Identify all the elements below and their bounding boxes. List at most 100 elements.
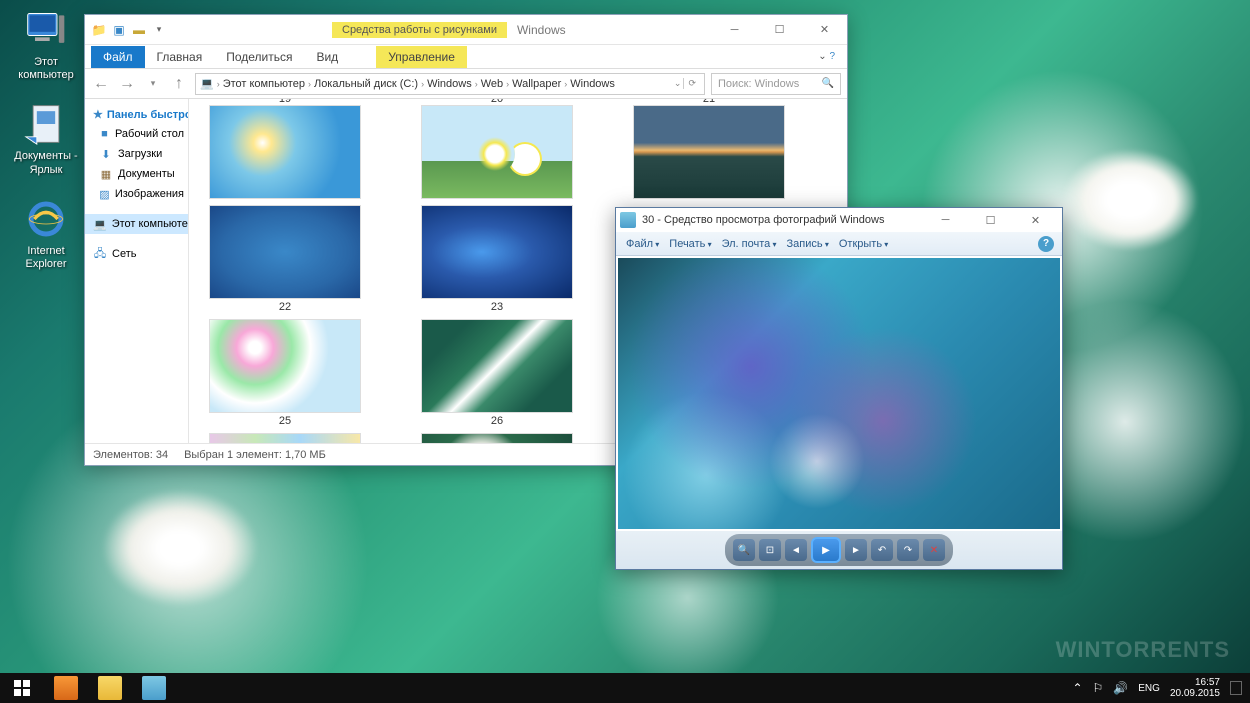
folder-icon: 📁 xyxy=(91,22,107,38)
minimize-button[interactable]: ─ xyxy=(923,206,968,234)
search-input[interactable]: Поиск: Windows xyxy=(711,73,841,95)
up-button[interactable]: ↑ xyxy=(169,74,189,94)
thumbnail-29[interactable]: 29 xyxy=(421,433,573,443)
ribbon-share-tab[interactable]: Поделиться xyxy=(214,46,304,68)
ie-icon xyxy=(24,197,68,241)
taskbar-media-player[interactable] xyxy=(44,673,88,703)
breadcrumb-item[interactable]: Web xyxy=(481,78,503,90)
delete-button[interactable]: ✕ xyxy=(923,539,945,561)
properties-icon[interactable]: ▣ xyxy=(111,22,127,38)
status-element-count: Элементов: 34 xyxy=(93,449,168,461)
breadcrumb-item[interactable]: Wallpaper xyxy=(512,78,561,90)
pc-icon: 💻 xyxy=(200,77,214,90)
explorer-sidebar: ★Панель быстрого д ■Рабочий стол ⬇Загруз… xyxy=(85,99,189,443)
thumbnail-19[interactable]: 19 xyxy=(209,99,361,199)
breadcrumb-item[interactable]: Этот компьютер xyxy=(223,78,305,90)
maximize-button[interactable]: ☐ xyxy=(757,16,802,44)
monitor-icon xyxy=(24,8,68,52)
back-button[interactable]: ← xyxy=(91,74,111,94)
taskbar: ⌃ ⚐ 🔊 ENG 16:57 20.09.2015 xyxy=(0,673,1250,703)
pv-menu-print[interactable]: Печать xyxy=(667,236,713,252)
help-icon[interactable]: ? xyxy=(1038,236,1054,252)
tray-flag-icon[interactable]: ⚐ xyxy=(1093,681,1104,695)
start-button[interactable] xyxy=(0,673,44,703)
photoviewer-app-icon xyxy=(620,212,636,228)
this-pc-desktop-icon[interactable]: Этот компьютер xyxy=(8,8,84,82)
photoviewer-title: 30 - Средство просмотра фотографий Windo… xyxy=(642,214,884,226)
refresh-icon[interactable]: ⟳ xyxy=(683,78,700,89)
thumbnail-25[interactable]: 25 xyxy=(209,319,361,427)
photoviewer-titlebar[interactable]: 30 - Средство просмотра фотографий Windo… xyxy=(616,208,1062,232)
sidebar-downloads[interactable]: ⬇Загрузки xyxy=(85,144,188,164)
sidebar-documents[interactable]: ▦Документы xyxy=(85,164,188,184)
ribbon-home-tab[interactable]: Главная xyxy=(145,46,215,68)
documents-shortcut-desktop-icon[interactable]: Документы - Ярлык xyxy=(8,102,84,176)
pv-menu-open[interactable]: Открыть xyxy=(837,236,890,252)
tray-volume-icon[interactable]: 🔊 xyxy=(1113,681,1128,695)
notifications-icon[interactable] xyxy=(1230,681,1242,695)
photoviewer-controls: 🔍 ⊡ ◄ ▶ ► ↶ ↷ ✕ xyxy=(616,531,1062,569)
thumbnail-22[interactable]: 22 xyxy=(209,205,361,313)
documents-icon xyxy=(24,102,68,146)
minimize-button[interactable]: ─ xyxy=(712,16,757,44)
qat-dropdown-icon[interactable]: ▾ xyxy=(151,22,167,38)
sidebar-network[interactable]: 🖧Сеть xyxy=(85,244,188,264)
ie-desktop-icon[interactable]: Internet Explorer xyxy=(8,197,84,271)
fit-button[interactable]: ⊡ xyxy=(759,539,781,561)
explorer-titlebar[interactable]: 📁 ▣ ▬ ▾ Средства работы с рисунками Wind… xyxy=(85,15,847,45)
thumbnail-21[interactable]: 21 xyxy=(633,99,785,199)
clock-time: 16:57 xyxy=(1170,677,1220,688)
photo-viewer-window[interactable]: 30 - Средство просмотра фотографий Windo… xyxy=(615,207,1063,570)
clock-date: 20.09.2015 xyxy=(1170,688,1220,699)
photoviewer-image xyxy=(618,258,1060,529)
pv-menu-email[interactable]: Эл. почта xyxy=(720,236,779,252)
breadcrumb-item[interactable]: Локальный диск (C:) xyxy=(314,78,418,90)
history-dropdown[interactable]: ▾ xyxy=(143,74,163,94)
thumbnail-26[interactable]: 26 xyxy=(421,319,573,427)
sidebar-this-pc[interactable]: 💻Этот компьютер xyxy=(85,214,188,234)
rotate-right-button[interactable]: ↷ xyxy=(897,539,919,561)
slideshow-button[interactable]: ▶ xyxy=(811,537,841,563)
photoviewer-menu: Файл Печать Эл. почта Запись Открыть ? xyxy=(616,232,1062,256)
ribbon-manage-tab[interactable]: Управление xyxy=(376,46,467,68)
thumbnail-20[interactable]: 20 xyxy=(421,99,573,199)
breadcrumb-item[interactable]: Windows xyxy=(570,78,615,90)
window-controls: ─ ☐ ✕ xyxy=(712,16,847,44)
pv-menu-burn[interactable]: Запись xyxy=(785,236,831,252)
new-folder-icon[interactable]: ▬ xyxy=(131,22,147,38)
system-tray: ⌃ ⚐ 🔊 ENG 16:57 20.09.2015 xyxy=(1072,677,1250,699)
ribbon-file-tab[interactable]: Файл xyxy=(91,46,145,68)
tray-chevron-icon[interactable]: ⌃ xyxy=(1072,681,1082,695)
sidebar-quick-access[interactable]: ★Панель быстрого д xyxy=(85,105,188,124)
explorer-nav: ← → ▾ ↑ 💻 › Этот компьютер› Локальный ди… xyxy=(85,69,847,99)
forward-button[interactable]: → xyxy=(117,74,137,94)
desktop-icon-label: Internet Explorer xyxy=(8,245,84,271)
sidebar-desktop[interactable]: ■Рабочий стол xyxy=(85,124,188,144)
desktop-icons-area: Этот компьютер Документы - Ярлык Interne… xyxy=(8,8,84,271)
thumbnail-28[interactable]: 28 xyxy=(209,433,361,443)
clock[interactable]: 16:57 20.09.2015 xyxy=(1170,677,1220,699)
close-button[interactable]: ✕ xyxy=(802,16,847,44)
pv-menu-file[interactable]: Файл xyxy=(624,236,661,252)
explorer-title: Windows xyxy=(517,23,566,37)
taskbar-explorer[interactable] xyxy=(88,673,132,703)
quick-access-toolbar: 📁 ▣ ▬ ▾ xyxy=(91,22,167,38)
status-selection: Выбран 1 элемент: 1,70 МБ xyxy=(184,449,326,461)
sidebar-pictures[interactable]: ▨Изображения xyxy=(85,184,188,204)
thumbnail-23[interactable]: 23 xyxy=(421,205,573,313)
explorer-ribbon: Файл Главная Поделиться Вид Управление ⌄… xyxy=(85,45,847,69)
breadcrumb[interactable]: 💻 › Этот компьютер› Локальный диск (C:)›… xyxy=(195,73,705,95)
ribbon-view-tab[interactable]: Вид xyxy=(304,46,350,68)
prev-button[interactable]: ◄ xyxy=(785,539,807,561)
close-button[interactable]: ✕ xyxy=(1013,206,1058,234)
desktop-icon-label: Этот компьютер xyxy=(8,56,84,82)
maximize-button[interactable]: ☐ xyxy=(968,206,1013,234)
ribbon-expand-icon[interactable]: ⌄ ? xyxy=(818,51,841,62)
language-indicator[interactable]: ENG xyxy=(1138,683,1160,694)
breadcrumb-dropdown[interactable]: ⌄ xyxy=(674,78,682,89)
zoom-button[interactable]: 🔍 xyxy=(733,539,755,561)
breadcrumb-item[interactable]: Windows xyxy=(427,78,472,90)
next-button[interactable]: ► xyxy=(845,539,867,561)
taskbar-photoviewer[interactable] xyxy=(132,673,176,703)
rotate-left-button[interactable]: ↶ xyxy=(871,539,893,561)
